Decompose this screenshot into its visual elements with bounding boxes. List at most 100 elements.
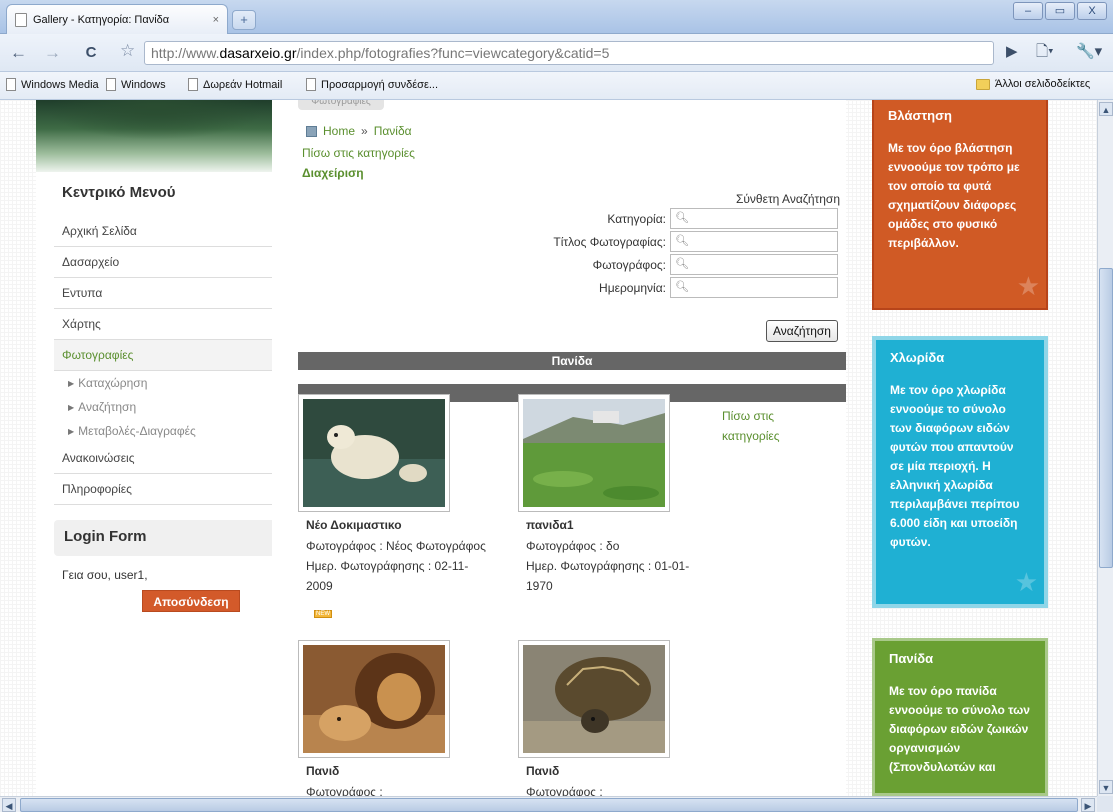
category-search-input[interactable]: [670, 208, 838, 229]
browser-tab[interactable]: Gallery - Κατηγορία: Πανίδα ×: [6, 4, 228, 34]
new-tab-button[interactable]: +: [232, 10, 256, 30]
minimize-button[interactable]: –: [1013, 2, 1043, 20]
close-icon[interactable]: ×: [213, 14, 219, 26]
scroll-left-icon[interactable]: ◀: [2, 798, 16, 812]
back-to-categories-link[interactable]: Πίσω στις κατηγορίες: [722, 406, 802, 446]
photo-thumbnail[interactable]: [298, 640, 450, 758]
date-text: Ημερ. Φωτογράφησης : 02-11-: [306, 559, 469, 573]
photo-title[interactable]: πανιδα1: [526, 518, 574, 532]
scroll-down-icon[interactable]: ▼: [1099, 780, 1113, 794]
maximize-button[interactable]: ▭: [1045, 2, 1075, 20]
bookmark-star-icon[interactable]: ☆: [120, 41, 135, 61]
photographer-text: Φωτογράφος :: [526, 785, 603, 796]
menu-item-info[interactable]: Πληροφορίες: [54, 474, 272, 505]
breadcrumb-current[interactable]: Πανίδα: [374, 124, 412, 138]
browser-titlebar: Gallery - Κατηγορία: Πανίδα × + – ▭ X: [0, 0, 1113, 34]
main-content: Φωτογραφίες Home » Πανίδα Πίσω στις κατη…: [272, 100, 846, 796]
search-row-photographer: Φωτογράφος: 🔍︎: [272, 254, 838, 276]
reload-icon[interactable]: C: [80, 42, 102, 64]
tortoise-image: [523, 645, 665, 753]
submenu-item-search[interactable]: ▶ Αναζήτηση: [54, 395, 272, 419]
date-text-cont: 2009: [306, 579, 333, 593]
page-icon: [188, 78, 198, 91]
new-badge: NEW: [314, 610, 332, 618]
header-image: [36, 100, 272, 172]
tab-title: Gallery - Κατηγορία: Πανίδα: [33, 13, 170, 26]
search-button[interactable]: Αναζήτηση: [766, 320, 838, 342]
box-title: Πανίδα: [889, 651, 934, 666]
address-bar[interactable]: http://www.dasarxeio.gr/index.php/fotogr…: [144, 41, 994, 65]
bookmarks-bar: Windows Media Windows Δωρεάν Hotmail Προ…: [0, 72, 1113, 100]
menu-item-forestry[interactable]: Δασαρχείο: [54, 247, 272, 278]
search-row-category: Κατηγορία: 🔍︎: [272, 208, 838, 230]
field-label: Κατηγορία:: [607, 212, 666, 226]
field-label: Φωτογράφος:: [592, 258, 666, 272]
lions-image: [303, 645, 445, 753]
photo-title[interactable]: Πανιδ: [306, 764, 339, 778]
url-host: dasarxeio.gr: [219, 45, 297, 61]
photographer-search-input[interactable]: [670, 254, 838, 275]
page-icon: [106, 78, 116, 91]
submenu-item-register[interactable]: ▶ Καταχώρηση: [54, 371, 272, 395]
close-window-button[interactable]: X: [1077, 2, 1107, 20]
triangle-right-icon: ▶: [68, 379, 75, 388]
main-menu: Αρχική Σελίδα Δασαρχείο Εντυπα Χάρτης Φω…: [54, 216, 272, 505]
vertical-scroll-thumb[interactable]: [1099, 268, 1113, 568]
box-title: Χλωρίδα: [890, 350, 945, 365]
page-icon: [15, 12, 27, 27]
bookmark-item[interactable]: Windows: [106, 78, 166, 91]
category-header: Πανίδα: [298, 352, 846, 370]
flora-box: Χλωρίδα Με τον όρο χλωρίδα εννοούμε το σ…: [872, 336, 1048, 608]
page-menu-icon[interactable]: 🗋▾: [1036, 42, 1054, 62]
vertical-scrollbar[interactable]: ▲ ▼: [1097, 100, 1113, 796]
submenu-item-edit-delete[interactable]: ▶ Μεταβολές-Διαγραφές: [54, 419, 272, 443]
play-icon[interactable]: ▶: [1006, 42, 1018, 62]
forward-arrow-icon[interactable]: →: [44, 43, 61, 63]
url-path: /index.php/fotografies?func=viewcategory…: [296, 45, 610, 61]
photo-title[interactable]: Νέο Δοκιμαστικο: [306, 518, 402, 532]
back-arrow-icon[interactable]: ←: [10, 43, 27, 63]
star-icon: ★: [1016, 271, 1040, 301]
advanced-search-link[interactable]: Σύνθετη Αναζήτηση: [736, 192, 840, 206]
photo-thumbnail[interactable]: [518, 394, 670, 512]
bookmark-item[interactable]: Windows Media: [6, 78, 99, 91]
logout-button[interactable]: Αποσύνδεση: [142, 590, 240, 612]
scroll-right-icon[interactable]: ▶: [1081, 798, 1095, 812]
bookmark-item[interactable]: Προσαρμογή συνδέσε...: [306, 78, 438, 91]
wrench-icon[interactable]: 🔧▾: [1076, 42, 1102, 62]
other-bookmarks[interactable]: Άλλοι σελιδοδείκτες: [976, 78, 1090, 90]
menu-item-home[interactable]: Αρχική Σελίδα: [54, 216, 272, 247]
photo-title[interactable]: Πανιδ: [526, 764, 559, 778]
menu-item-photos[interactable]: Φωτογραφίες: [54, 340, 272, 371]
admin-link[interactable]: Διαχείριση: [302, 166, 364, 180]
field-label: Τίτλος Φωτογραφίας:: [553, 235, 666, 249]
bookmark-item[interactable]: Δωρεάν Hotmail: [188, 78, 282, 91]
horizontal-scroll-thumb[interactable]: [20, 798, 1078, 812]
folder-icon: [976, 78, 990, 90]
photographer-text: Φωτογράφος : δο: [526, 539, 620, 553]
breadcrumb-home[interactable]: Home: [323, 124, 355, 138]
back-to-categories-link[interactable]: Πίσω στις κατηγορίες: [302, 146, 415, 160]
section-tab: Φωτογραφίες: [298, 100, 384, 110]
box-text: Με τον όρο βλάστηση εννοούμε τον τρόπο μ…: [888, 141, 1020, 250]
photo-thumbnail[interactable]: [518, 640, 670, 758]
box-text: Με τον όρο πανίδα εννοούμε το σύνολο των…: [889, 684, 1030, 774]
search-row-date: Ημερομηνία: 🔍︎: [272, 277, 838, 299]
horizontal-scrollbar[interactable]: ◀ ▶: [0, 796, 1097, 812]
photo-thumbnail[interactable]: [298, 394, 450, 512]
right-sidebar: Βλάστηση Με τον όρο βλάστηση εννοούμε το…: [846, 100, 1097, 796]
field-label: Ημερομηνία:: [599, 281, 666, 295]
menu-item-map[interactable]: Χάρτης: [54, 309, 272, 340]
date-search-input[interactable]: [670, 277, 838, 298]
browser-toolbar: ← → C ☆ http://www.dasarxeio.gr/index.ph…: [0, 34, 1113, 72]
menu-item-forms[interactable]: Εντυπα: [54, 278, 272, 309]
date-text-cont: 1970: [526, 579, 553, 593]
triangle-right-icon: ▶: [68, 427, 75, 436]
login-title: Login Form: [64, 528, 147, 545]
menu-item-announcements[interactable]: Ανακοινώσεις: [54, 443, 272, 474]
photographer-text: Φωτογράφος :: [306, 785, 383, 796]
scroll-up-icon[interactable]: ▲: [1099, 102, 1113, 116]
triangle-right-icon: ▶: [68, 403, 75, 412]
photo-title-search-input[interactable]: [670, 231, 838, 252]
url-prefix: http://www.: [151, 45, 220, 61]
